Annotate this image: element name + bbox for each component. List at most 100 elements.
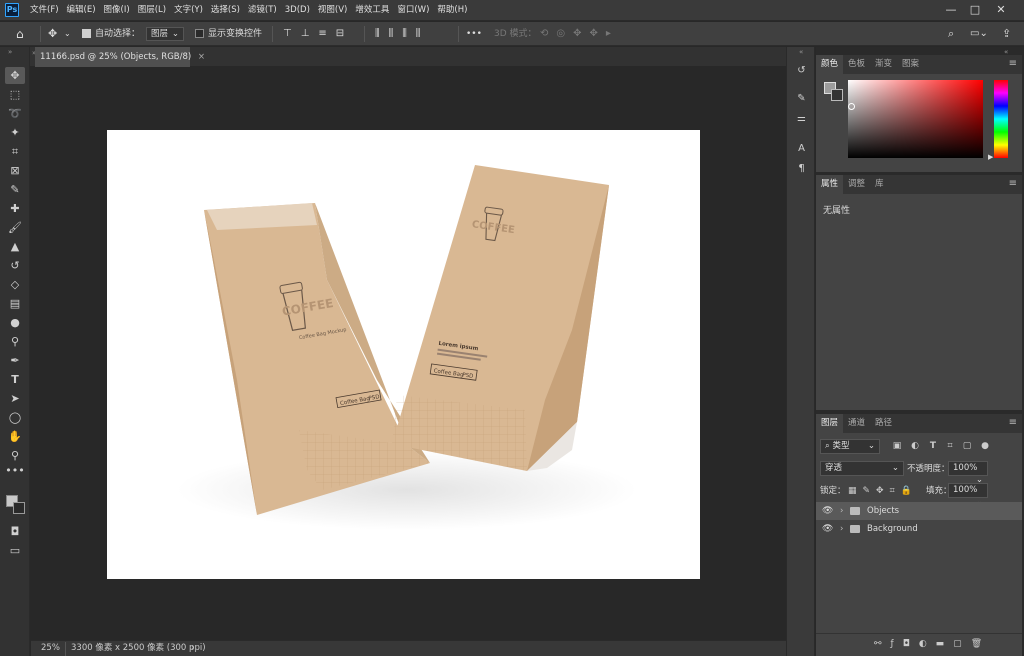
lock-icons[interactable]: ▦✎✥⌗🔒 — [848, 484, 918, 498]
panel-menu-icon[interactable]: ≡ — [1009, 178, 1017, 189]
opacity-input[interactable]: 100% ⌄ — [948, 461, 988, 485]
minimize-button[interactable]: — — [940, 0, 962, 21]
hue-slider-handle[interactable]: ▶ — [988, 153, 993, 161]
fill-input[interactable]: 100%⌄ — [948, 483, 988, 507]
menu-item[interactable]: 增效工具 — [351, 0, 393, 21]
panel-tab[interactable]: 颜色 — [816, 55, 844, 74]
close-tab-icon[interactable]: × — [198, 52, 205, 62]
color-picker-cursor[interactable] — [848, 103, 855, 110]
panel-tab[interactable]: 库 — [870, 175, 889, 194]
history-icon[interactable]: ↺ — [793, 63, 810, 79]
menu-item[interactable]: 3D(D) — [281, 0, 314, 21]
menu-item[interactable]: 视图(V) — [314, 0, 351, 21]
menu-item[interactable]: 窗口(W) — [393, 0, 433, 21]
move-tool-icon[interactable]: ✥ — [5, 67, 25, 84]
chevron-right-icon[interactable]: › — [840, 520, 843, 538]
panel-tab[interactable]: 色板 — [843, 55, 870, 74]
color-picker-field[interactable] — [848, 80, 983, 158]
more-tools-icon[interactable]: ••• — [5, 462, 25, 479]
lasso-tool-icon[interactable]: ➰ — [5, 105, 25, 122]
document-canvas[interactable]: COFFEE Coffee Bag Mockup Coffee Bag PSD … — [107, 130, 700, 579]
magic-wand-tool-icon[interactable]: ✦ — [5, 124, 25, 141]
panel-tab[interactable]: 属性 — [816, 175, 844, 194]
menu-item[interactable]: 文字(Y) — [170, 0, 207, 21]
more-options-button[interactable]: ••• — [466, 22, 482, 46]
collapse-icon[interactable]: « — [799, 48, 803, 56]
visibility-eye-icon[interactable]: 👁 — [822, 502, 834, 520]
shape-filter-icon[interactable]: ⌗ — [943, 437, 957, 456]
align-icons[interactable]: ⊤⊥≡⊟ — [283, 22, 353, 46]
background-color-swatch[interactable] — [13, 502, 25, 514]
chevron-down-icon[interactable]: ⌄ — [64, 22, 71, 46]
document-tab[interactable]: 11166.psd @ 25% (Objects, RGB/8) × — [35, 47, 205, 67]
panel-tab[interactable]: 渐变 — [870, 55, 897, 74]
chevron-right-icon[interactable]: › — [840, 502, 843, 520]
dodge-tool-icon[interactable]: ⚲ — [5, 333, 25, 350]
menu-item[interactable]: 图像(I) — [100, 0, 134, 21]
hand-tool-icon[interactable]: ✋ — [5, 428, 25, 445]
frame-tool-icon[interactable]: ⊠ — [5, 162, 25, 179]
panel-tab[interactable]: 通道 — [843, 414, 870, 433]
pen-tool-icon[interactable]: ✒ — [5, 352, 25, 369]
ellipse-tool-icon[interactable]: ◯ — [5, 409, 25, 426]
zoom-level[interactable]: 25% — [41, 641, 60, 656]
share-icon[interactable]: ⇪ — [1002, 22, 1011, 46]
auto-select-target-dropdown[interactable]: 图层 ⌄ — [146, 27, 184, 41]
filter-toggle-icon[interactable]: ● — [978, 437, 992, 456]
panel-menu-icon[interactable]: ≡ — [1009, 58, 1017, 69]
gradient-tool-icon[interactable]: ▤ — [5, 295, 25, 312]
layer-action-icons[interactable]: ⚯ƒ◘◐▬▢🗑 — [874, 636, 991, 652]
menu-item[interactable]: 文件(F) — [26, 0, 63, 21]
blend-mode-dropdown[interactable]: 穿透 ⌄ — [820, 461, 904, 476]
blur-tool-icon[interactable]: ● — [5, 314, 25, 331]
search-icon[interactable]: ⌕ — [948, 22, 954, 46]
layer-filter-dropdown[interactable]: ⌕ 类型 ⌄ — [820, 439, 880, 454]
panel-tab[interactable]: 图层 — [816, 414, 844, 433]
marquee-tool-icon[interactable]: ⬚ — [5, 86, 25, 103]
move-tool-icon[interactable]: ✥ — [48, 22, 57, 46]
pixel-filter-icon[interactable]: ▣ — [890, 437, 904, 456]
brush-tool-icon[interactable]: 🖌 — [5, 219, 25, 236]
show-transform-checkbox[interactable] — [195, 29, 204, 38]
panel-tab[interactable]: 图案 — [897, 55, 924, 74]
panel-menu-icon[interactable]: ≡ — [1009, 417, 1017, 428]
menu-item[interactable]: 选择(S) — [207, 0, 244, 21]
hue-slider[interactable] — [994, 80, 1008, 158]
auto-select-checkbox[interactable] — [82, 29, 91, 38]
path-select-icon[interactable]: ➤ — [5, 390, 25, 407]
adjustments-icon[interactable]: ⚌ — [793, 111, 810, 127]
status-menu-arrow[interactable]: › — [191, 641, 194, 656]
screen-mode-icon[interactable]: ▭ — [5, 542, 25, 559]
panel-tab[interactable]: 调整 — [843, 175, 870, 194]
brush-settings-icon[interactable]: ✎ — [793, 91, 810, 107]
distribute-icons[interactable]: ⫼⫼⫼⫼ — [375, 22, 429, 46]
type-filter-icon[interactable]: T — [926, 437, 940, 456]
workspace-icon[interactable]: ▭⌄ — [970, 22, 988, 46]
quick-mask-icon[interactable]: ◘ — [5, 523, 25, 540]
3d-mode-icons[interactable]: ⟲◎✥✥▸ — [540, 22, 619, 46]
history-brush-icon[interactable]: ↺ — [5, 257, 25, 274]
menu-item[interactable]: 滤镜(T) — [244, 0, 281, 21]
eyedropper-tool-icon[interactable]: ✎ — [5, 181, 25, 198]
panel-tab[interactable]: 路径 — [870, 414, 897, 433]
type-tool-icon[interactable]: T — [5, 371, 25, 388]
maximize-button[interactable]: □ — [964, 0, 986, 21]
background-color-swatch[interactable] — [831, 89, 843, 101]
crop-tool-icon[interactable]: ⌗ — [5, 143, 25, 160]
paragraph-icon[interactable]: ¶ — [793, 161, 810, 177]
character-icon[interactable]: A — [793, 141, 810, 157]
stamp-tool-icon[interactable]: ▲ — [5, 238, 25, 255]
close-window-button[interactable]: ✕ — [990, 0, 1012, 21]
visibility-eye-icon[interactable]: 👁 — [822, 520, 834, 538]
layer-row-background[interactable]: 👁 › Background — [816, 520, 1022, 538]
smart-object-filter-icon[interactable]: ▢ — [960, 437, 974, 456]
eraser-tool-icon[interactable]: ◇ — [5, 276, 25, 293]
collapse-icon[interactable]: » — [8, 48, 12, 56]
layer-row-objects[interactable]: 👁 › Objects — [816, 502, 1022, 520]
home-icon[interactable]: ⌂ — [16, 22, 24, 46]
menu-item[interactable]: 帮助(H) — [433, 0, 471, 21]
adjustment-filter-icon[interactable]: ◐ — [908, 437, 922, 456]
healing-brush-icon[interactable]: ✚ — [5, 200, 25, 217]
menu-item[interactable]: 编辑(E) — [63, 0, 100, 21]
menu-item[interactable]: 图层(L) — [134, 0, 170, 21]
